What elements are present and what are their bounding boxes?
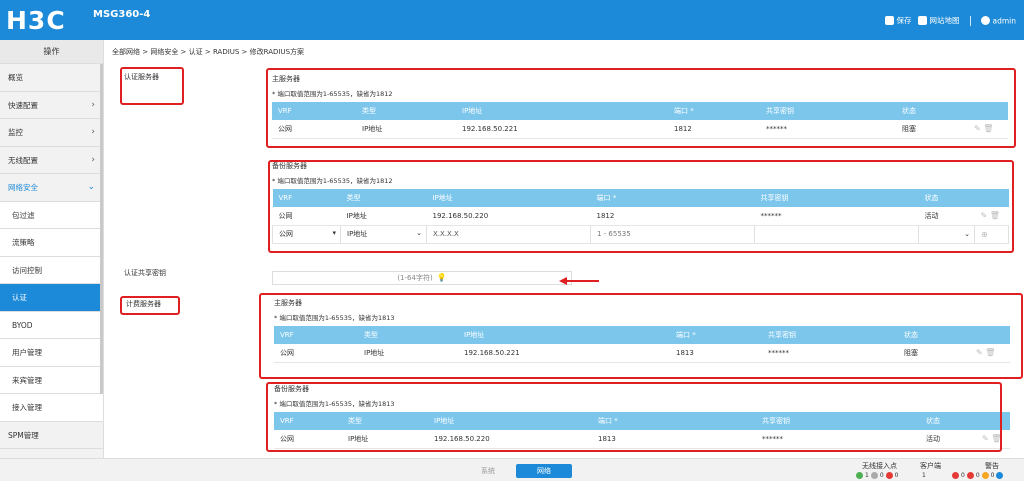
save-button[interactable]: 保存 <box>884 15 912 26</box>
save-icon <box>884 16 894 25</box>
device-model: MSG360-4 <box>93 9 151 20</box>
wireless-ap-label: 无线接入点 <box>862 462 897 470</box>
sidebar-title: 操作 <box>0 40 103 64</box>
highlight-box <box>268 160 1014 253</box>
sidebar-item-quick-config[interactable]: 快速配置 › <box>0 91 103 119</box>
chevron-right-icon: › <box>91 154 95 165</box>
fault-icon <box>885 472 893 479</box>
breadcrumb: 全部网络 > 网络安全 > 认证 > RADIUS > 修改RADIUS方案 <box>112 48 305 56</box>
sidebar-item-overview[interactable]: 概览 <box>0 64 103 92</box>
h3c-logo: H3C <box>6 6 66 35</box>
shared-key-field[interactable]: (1-64字符) 💡 <box>272 271 572 285</box>
divider <box>969 15 971 26</box>
info-icon <box>996 472 1004 479</box>
alarm-status[interactable]: 0 0 0 <box>952 472 1004 479</box>
sidebar-item-packet-filter[interactable]: 包过滤 <box>0 201 103 229</box>
sidebar-item-authentication[interactable]: 认证 <box>0 284 103 312</box>
sitemap-icon <box>917 16 927 25</box>
sidebar-item-access-control[interactable]: 访问控制 <box>0 256 103 284</box>
sidebar-item-user-management[interactable]: 用户管理 <box>0 339 103 367</box>
chevron-right-icon: › <box>91 99 95 110</box>
sidebar-item-guest-management[interactable]: 来宾管理 <box>0 366 103 394</box>
user-icon <box>980 16 990 26</box>
highlight-box <box>120 67 184 105</box>
sidebar-item-byod[interactable]: BYOD <box>0 311 103 339</box>
highlight-box <box>266 382 1002 452</box>
tab-network[interactable]: 网络 <box>516 464 572 478</box>
tab-system[interactable]: 系统 <box>460 464 516 478</box>
ap-status[interactable]: 1 0 0 <box>856 472 898 479</box>
sidebar-item-network-security[interactable]: 网络安全 ⌄ <box>0 174 103 202</box>
alarms-label: 警告 <box>985 462 999 470</box>
sitemap-button[interactable]: 网站地图 <box>917 15 960 26</box>
highlight-box <box>120 296 180 315</box>
sidebar-item-wireless[interactable]: 无线配置 › <box>0 146 103 174</box>
lightbulb-icon: 💡 <box>436 273 447 282</box>
red-arrow-annotation <box>559 277 599 285</box>
critical-icon <box>952 472 959 479</box>
highlight-box <box>259 293 1023 379</box>
offline-icon <box>870 472 878 479</box>
sidebar-item-access-management[interactable]: 接入管理 <box>0 394 103 422</box>
bottom-bar: 系统 网络 无线接入点 1 0 0 客户端 1 警告 0 0 0 <box>0 458 1024 481</box>
sidebar-item-monitor[interactable]: 监控 › <box>0 119 103 147</box>
top-bar: H3C MSG360-4 保存 网站地图 admin <box>0 0 1024 40</box>
chevron-down-icon: ⌄ <box>87 182 95 192</box>
auth-shared-key-label: 认证共享密钥 <box>124 269 166 277</box>
warning-icon <box>981 472 989 479</box>
sidebar-scrollbar[interactable] <box>100 64 103 394</box>
user-menu[interactable]: admin <box>980 16 1016 26</box>
clients-label: 客户端 <box>920 462 941 470</box>
major-icon <box>966 472 974 479</box>
online-icon <box>856 472 863 479</box>
sidebar: 操作 概览 快速配置 › 监控 › 无线配置 › 网络安全 ⌄ 包过滤 流策略 访问控制… <box>0 40 104 458</box>
chevron-right-icon: › <box>91 127 95 137</box>
main-content: 认证服务器 主服务器 * 端口取值范围为1-65535，缺省为1812 VRF … <box>104 62 1024 458</box>
client-count[interactable]: 1 <box>922 472 926 479</box>
highlight-box <box>266 68 1016 148</box>
top-actions: 保存 网站地图 admin <box>884 15 1016 26</box>
sidebar-item-spm[interactable]: SPM管理 <box>0 421 103 449</box>
sidebar-item-flow-policy[interactable]: 流策略 <box>0 229 103 257</box>
